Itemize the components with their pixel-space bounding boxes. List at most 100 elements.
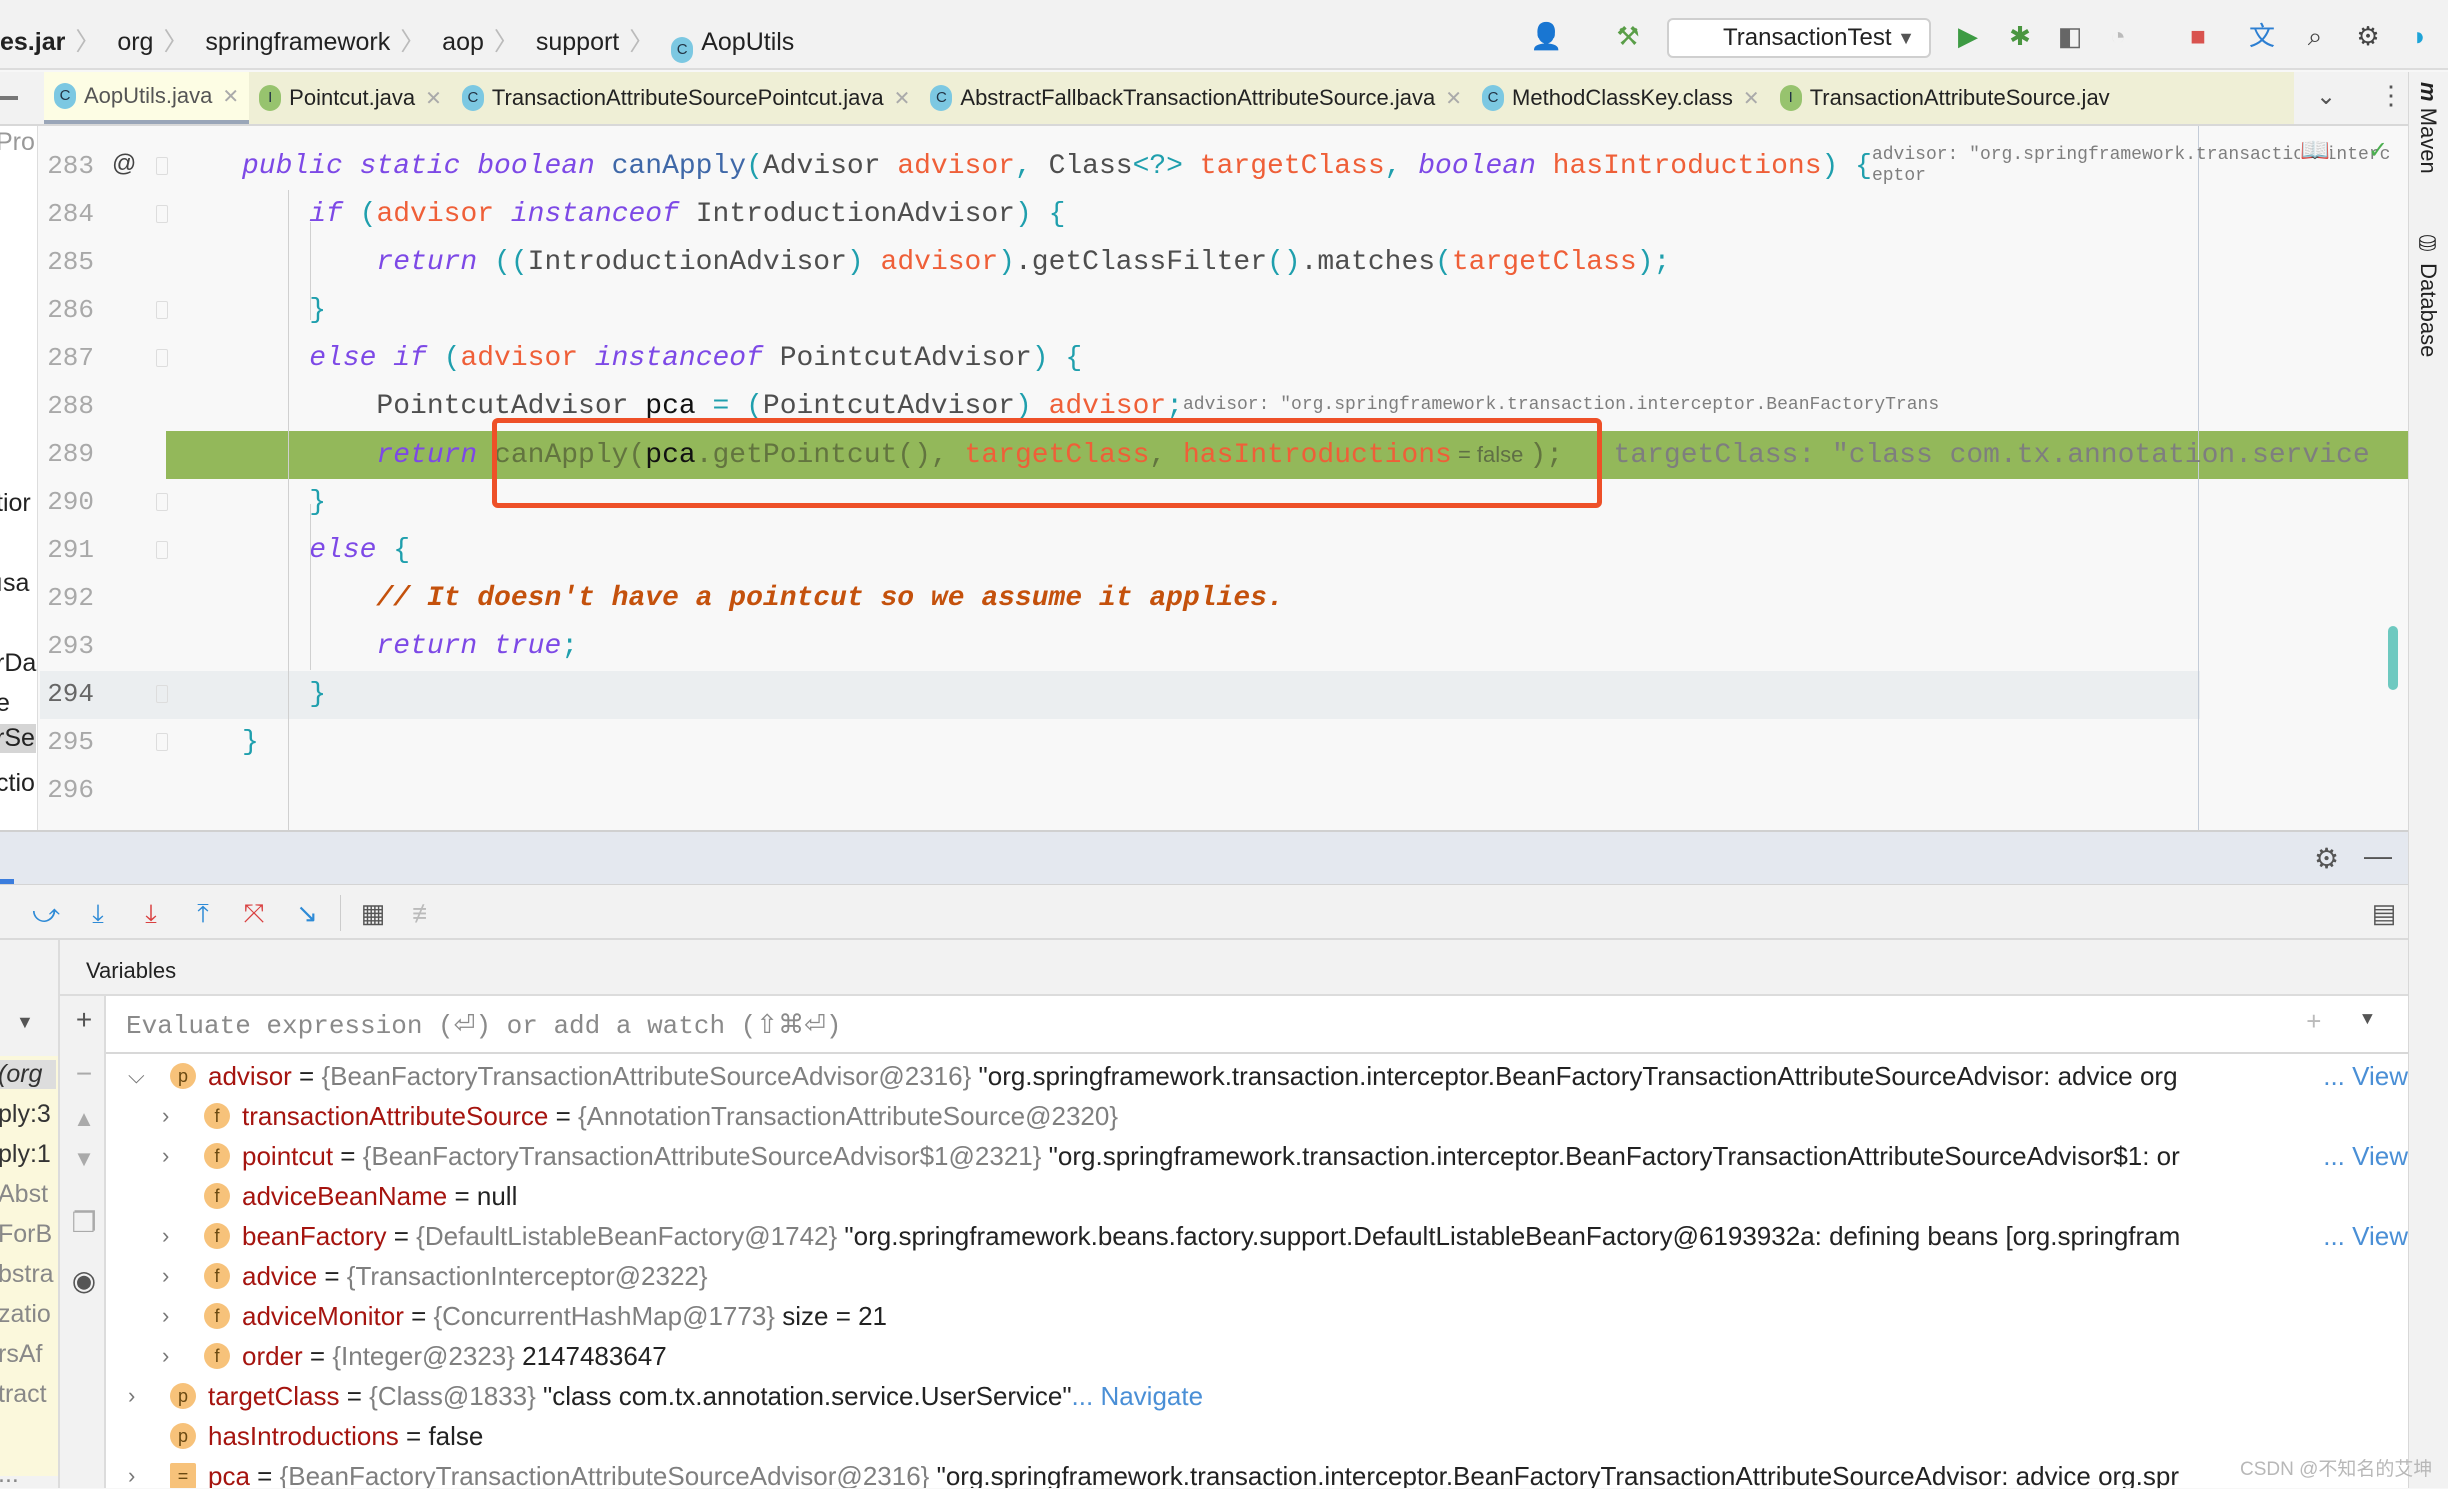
tab-method-class-key[interactable]: C MethodClassKey.class ✕: [1472, 72, 1770, 124]
variable-link[interactable]: ... Navigate: [1072, 1381, 1204, 1411]
fold-marker-icon[interactable]: [156, 301, 168, 319]
chevron-right-icon[interactable]: ›: [128, 1376, 135, 1416]
breadcrumb-item[interactable]: springframework: [205, 28, 390, 56]
variable-row[interactable]: › f adviceMonitor = {ConcurrentHashMap@177…: [106, 1296, 2408, 1336]
frame-item[interactable]: (org: [0, 1060, 56, 1089]
show-execution-point-icon[interactable]: ⤻: [30, 897, 62, 929]
line-number[interactable]: 290: [42, 487, 94, 517]
frame-item[interactable]: Abst: [0, 1180, 48, 1209]
jetbrains-logo-icon[interactable]: ◗: [2404, 20, 2436, 52]
maven-tool-button[interactable]: m Maven: [2415, 82, 2441, 174]
override-marker-icon[interactable]: @: [112, 150, 136, 178]
run-icon[interactable]: ▶: [1952, 20, 1984, 52]
breadcrumb-item[interactable]: AopUtils: [701, 28, 794, 56]
frame-item[interactable]: tract: [0, 1380, 47, 1409]
line-number[interactable]: 293: [42, 631, 94, 661]
variable-row[interactable]: › f order = {Integer@2323} 2147483647: [106, 1336, 2408, 1376]
debug-icon[interactable]: ✱: [2004, 20, 2036, 52]
frame-item[interactable]: ply:1: [0, 1140, 51, 1169]
remove-watch-icon[interactable]: −: [68, 1058, 100, 1090]
drop-frame-icon[interactable]: ⤧: [238, 897, 270, 929]
close-icon[interactable]: ✕: [222, 84, 239, 109]
run-to-cursor-icon[interactable]: ↘: [291, 897, 323, 929]
fold-marker-icon[interactable]: [156, 685, 168, 703]
line-number[interactable]: 291: [42, 535, 94, 565]
reader-mode-icon[interactable]: 📖: [2300, 136, 2330, 165]
tab-transaction-attribute-source-pointcut[interactable]: C TransactionAttributeSourcePointcut.java…: [452, 72, 921, 124]
variable-row[interactable]: › = pca = {BeanFactoryTransactionAttribute…: [106, 1456, 2408, 1488]
move-up-icon[interactable]: ▲: [68, 1106, 100, 1132]
variable-link[interactable]: ... View: [2319, 1056, 2408, 1096]
chevron-right-icon[interactable]: ›: [162, 1296, 169, 1336]
line-number[interactable]: 296: [42, 775, 94, 805]
profile-icon[interactable]: ◔: [2102, 20, 2134, 52]
line-number[interactable]: 284: [42, 199, 94, 229]
settings-icon[interactable]: ⚙: [2314, 842, 2339, 875]
breadcrumb-item[interactable]: es.jar: [0, 28, 65, 56]
frame-item[interactable]: ForB: [0, 1220, 52, 1249]
line-number[interactable]: 287: [42, 343, 94, 373]
line-number[interactable]: 294: [42, 679, 94, 709]
add-to-watches-icon[interactable]: +: [2306, 1008, 2322, 1038]
fold-marker-icon[interactable]: [156, 493, 168, 511]
variable-row[interactable]: ⌵ p advisor = {BeanFactoryTransactionAttri…: [106, 1056, 2408, 1096]
chevron-right-icon[interactable]: ›: [162, 1096, 169, 1136]
close-icon[interactable]: ✕: [894, 86, 911, 111]
hide-panel-icon[interactable]: —: [2364, 840, 2392, 872]
add-watch-icon[interactable]: +: [68, 1004, 100, 1036]
stop-icon[interactable]: ■: [2182, 20, 2214, 52]
line-number[interactable]: 286: [42, 295, 94, 325]
inspection-ok-icon[interactable]: ✓: [2368, 136, 2388, 165]
line-number[interactable]: 283: [42, 151, 94, 181]
translate-icon[interactable]: 文: [2246, 20, 2278, 52]
variable-row[interactable]: f adviceBeanName = null: [106, 1176, 2408, 1216]
history-dropdown-icon[interactable]: ▼: [2362, 1010, 2373, 1030]
frame-item[interactable]: zatio: [0, 1300, 51, 1329]
tab-abstract-fallback[interactable]: C AbstractFallbackTransactionAttributeSou…: [920, 72, 1472, 124]
step-into-icon[interactable]: ⤓: [135, 897, 167, 929]
settings-icon[interactable]: ⚙: [2352, 20, 2384, 52]
chevron-right-icon[interactable]: ›: [128, 1456, 135, 1488]
evaluate-expression-icon[interactable]: ▦: [357, 897, 389, 929]
variable-link[interactable]: ... View: [2319, 1216, 2408, 1256]
fold-marker-icon[interactable]: [156, 733, 168, 751]
minimize-icon[interactable]: [0, 96, 18, 100]
variable-row[interactable]: › f transactionAttributeSource = {Annotati…: [106, 1096, 2408, 1136]
trace-icon[interactable]: ≢: [409, 897, 441, 929]
variable-row[interactable]: › f pointcut = {BeanFactoryTransactionAttr…: [106, 1136, 2408, 1176]
database-tool-button[interactable]: ⛁ Database: [2415, 232, 2441, 357]
step-out-icon[interactable]: ⤒: [187, 897, 219, 929]
chevron-right-icon[interactable]: ›: [162, 1336, 169, 1376]
move-down-icon[interactable]: ▼: [68, 1146, 100, 1172]
tab-pointcut[interactable]: I Pointcut.java ✕: [249, 72, 452, 124]
evaluate-expression-input[interactable]: Evaluate expression (⏎) or add a watch (…: [106, 996, 2408, 1054]
variable-link[interactable]: ... View: [2319, 1136, 2408, 1176]
breadcrumb-item[interactable]: aop: [442, 28, 484, 56]
chevron-right-icon[interactable]: ›: [162, 1136, 169, 1176]
line-number[interactable]: 285: [42, 247, 94, 277]
hammer-build-icon[interactable]: ⚒: [1612, 20, 1644, 52]
fold-marker-icon[interactable]: [156, 541, 168, 559]
run-configuration-select[interactable]: TransactionTest ▼: [1667, 18, 1931, 58]
step-over-icon[interactable]: ⤓: [82, 897, 114, 929]
line-number[interactable]: 295: [42, 727, 94, 757]
close-icon[interactable]: ✕: [425, 86, 442, 111]
line-number[interactable]: 292: [42, 583, 94, 613]
line-number[interactable]: 288: [42, 391, 94, 421]
tab-list-chevron-icon[interactable]: ⌄: [2316, 82, 2336, 111]
fold-marker-icon[interactable]: [156, 205, 168, 223]
variable-row[interactable]: › f advice = {TransactionInterceptor@2322}: [106, 1256, 2408, 1296]
coverage-icon[interactable]: ◧: [2054, 20, 2086, 52]
frame-item[interactable]: rsAf: [0, 1340, 42, 1369]
tab-transaction-attribute-source[interactable]: I TransactionAttributeSource.jav: [1770, 72, 2120, 124]
frame-item[interactable]: ...: [0, 1460, 19, 1488]
breadcrumb-item[interactable]: support: [536, 28, 619, 56]
layout-icon[interactable]: ▤: [2368, 897, 2400, 929]
variable-row[interactable]: › p targetClass = {Class@1833} "class com.…: [106, 1376, 2408, 1416]
search-icon[interactable]: ⌕: [2299, 20, 2331, 52]
breadcrumb-item[interactable]: org: [117, 28, 153, 56]
chevron-right-icon[interactable]: ›: [162, 1216, 169, 1256]
frame-item[interactable]: bstra: [0, 1260, 54, 1289]
duplicate-icon[interactable]: ❐: [68, 1206, 100, 1239]
chevron-down-icon[interactable]: ⌵: [128, 1056, 145, 1096]
